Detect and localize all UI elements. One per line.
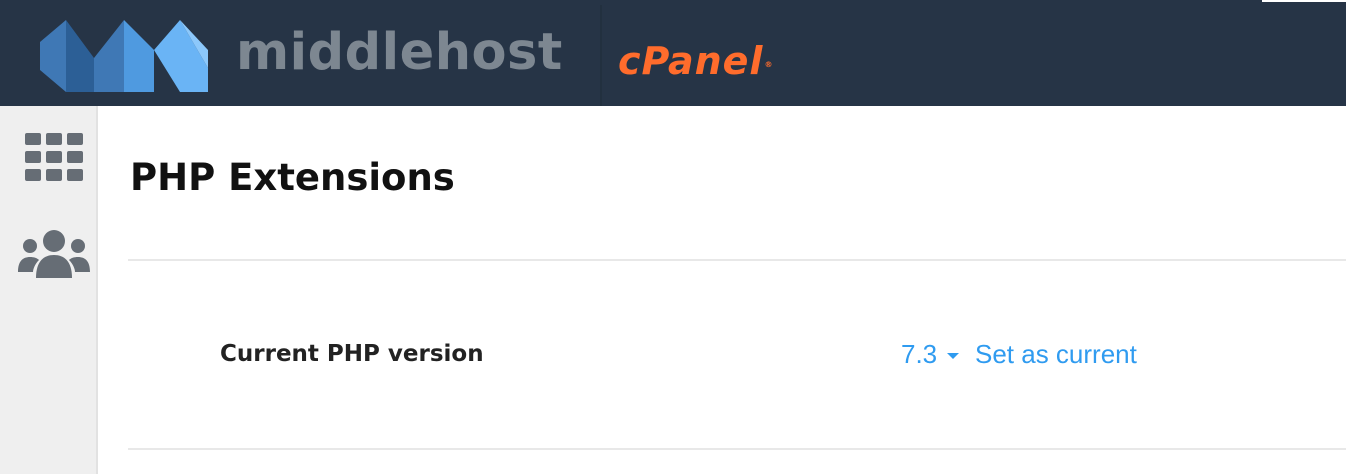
sidebar — [0, 106, 98, 474]
top-header: middlehost cPanel® — [0, 0, 1346, 106]
divider-top — [128, 259, 1346, 261]
users-icon[interactable] — [18, 228, 90, 278]
cpanel-trademark: ® — [764, 60, 774, 69]
header-top-edge — [0, 0, 1346, 2]
php-version-select[interactable]: 7.3 — [901, 336, 965, 372]
page-title: PHP Extensions — [130, 156, 455, 199]
grid-icon[interactable] — [25, 133, 83, 181]
cpanel-logo[interactable]: cPanel® — [618, 36, 773, 86]
caret-down-icon — [947, 353, 960, 360]
php-version-value: 7.3 — [901, 339, 938, 369]
php-version-label: Current PHP version — [220, 341, 484, 367]
cpanel-logo-text: cPanel — [618, 39, 764, 83]
middlehost-logo-icon[interactable] — [40, 20, 208, 92]
brand-name[interactable]: middlehost — [236, 22, 563, 84]
header-divider — [600, 5, 602, 106]
set-as-current-link[interactable]: Set as current — [975, 336, 1137, 372]
divider-bottom — [128, 448, 1346, 450]
